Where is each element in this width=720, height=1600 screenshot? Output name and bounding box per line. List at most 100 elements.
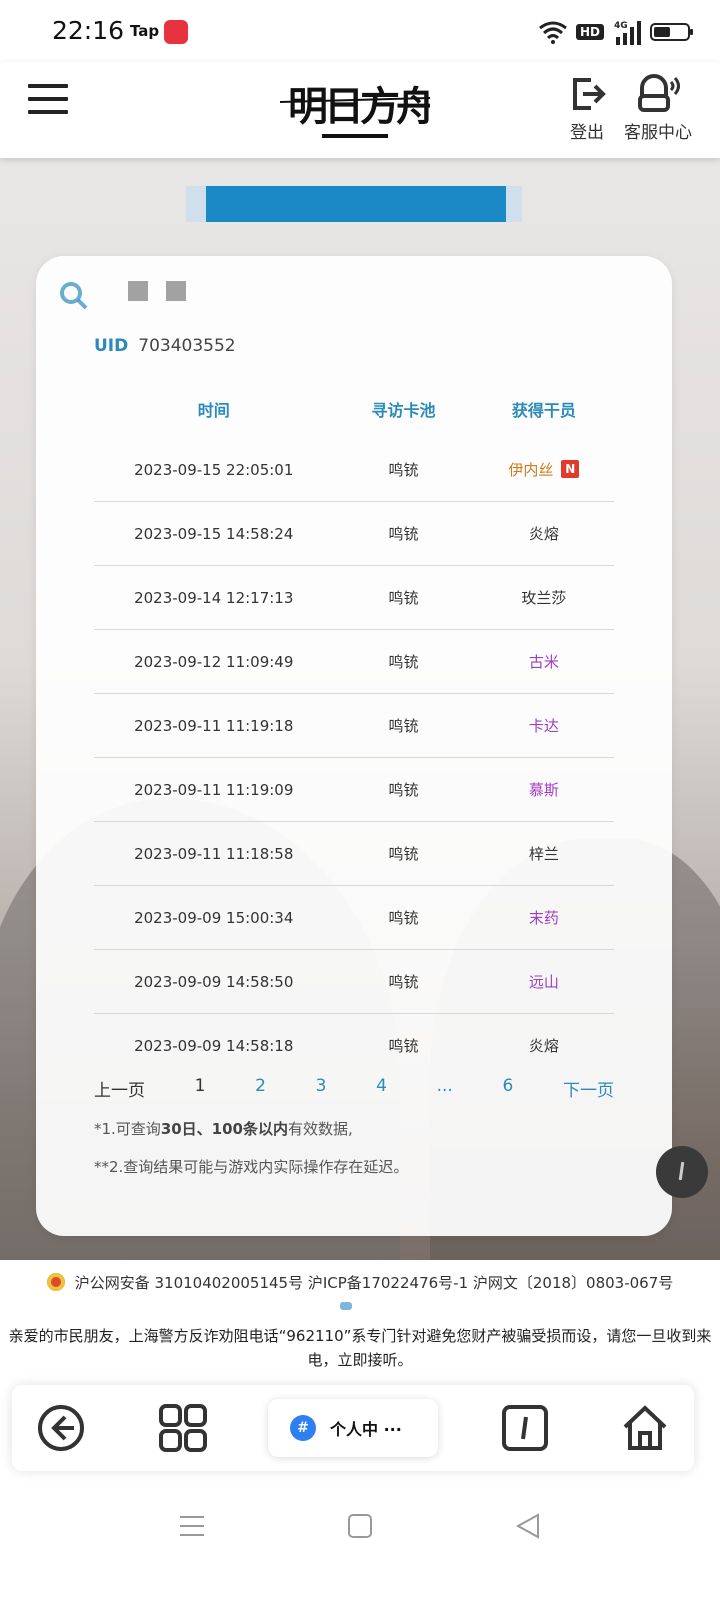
registration-text[interactable]: 沪公网安备 31010402005145号 沪ICP备17022476号-1 沪… bbox=[75, 1274, 674, 1292]
home-nav-icon[interactable] bbox=[346, 1512, 374, 1540]
uid-label: UID bbox=[94, 336, 129, 356]
gacha-record-card: UID 703403552 时间 寻访卡池 获得干员 2023-09-15 22:… bbox=[36, 256, 672, 1236]
record-pool: 鸣铳 bbox=[333, 693, 474, 758]
column-header-operator: 获得干员 bbox=[511, 401, 576, 420]
record-operator-cell: 末药 bbox=[473, 885, 614, 950]
prev-page-button[interactable]: 上一页 bbox=[94, 1076, 145, 1101]
record-time: 2023-09-14 12:17:13 bbox=[94, 565, 334, 630]
table-row: 2023-09-15 22:05:01 鸣铳 伊内丝 N bbox=[94, 438, 614, 502]
next-page-button[interactable]: 下一页 bbox=[563, 1076, 614, 1101]
record-pool: 鸣铳 bbox=[333, 629, 474, 694]
record-pool: 鸣铳 bbox=[333, 757, 474, 822]
search-icon[interactable] bbox=[58, 280, 88, 310]
record-operator: 梓兰 bbox=[528, 845, 559, 863]
tab-title: 个人中 ··· bbox=[330, 1420, 402, 1439]
page-button-6[interactable]: 6 bbox=[502, 1076, 513, 1101]
logout-label: 登出 bbox=[570, 123, 604, 143]
record-time: 2023-09-11 11:19:18 bbox=[94, 693, 334, 758]
recent-apps-icon[interactable] bbox=[178, 1512, 206, 1540]
police-badge-icon bbox=[46, 1273, 65, 1291]
site-footer: 沪公网安备 31010402005145号 沪ICP备17022476号-1 沪… bbox=[0, 1260, 720, 1380]
apps-grid-icon[interactable] bbox=[158, 1403, 208, 1453]
headset-icon bbox=[638, 74, 680, 112]
column-header-pool: 寻访卡池 bbox=[371, 401, 436, 420]
system-navigation-bar bbox=[0, 1490, 720, 1600]
record-operator: 玫兰莎 bbox=[521, 589, 567, 607]
tab-count-icon[interactable] bbox=[500, 1403, 550, 1453]
record-operator: 末药 bbox=[528, 909, 559, 927]
record-operator: 古米 bbox=[528, 653, 559, 671]
blurred-icon bbox=[166, 281, 186, 301]
page-button-2[interactable]: 2 bbox=[255, 1076, 266, 1101]
uid-row: UID 703403552 bbox=[94, 336, 236, 356]
column-header-time: 时间 bbox=[197, 401, 230, 420]
record-pool: 鸣铳 bbox=[333, 949, 474, 1014]
note-1: *1.可查询30日、100条以内有效数据, bbox=[94, 1120, 353, 1138]
record-operator: 慕斯 bbox=[528, 781, 559, 799]
table-row: 2023-09-14 12:17:13 鸣铳 玫兰莎 bbox=[94, 565, 614, 630]
record-pool: 鸣铳 bbox=[333, 501, 474, 566]
tab-favicon: # bbox=[290, 1415, 316, 1441]
blurred-icon bbox=[128, 281, 148, 301]
record-operator: 伊内丝 bbox=[508, 461, 554, 479]
page-button-1[interactable]: 1 bbox=[195, 1076, 206, 1101]
hd-icon: HD bbox=[575, 24, 604, 40]
tap-app-icon: Tap bbox=[130, 22, 160, 40]
record-operator-cell: 远山 bbox=[473, 949, 614, 1014]
notification-app-icon bbox=[164, 20, 188, 44]
back-icon[interactable] bbox=[36, 1403, 86, 1453]
record-operator-cell: 炎熔 bbox=[474, 1014, 614, 1078]
uid-value: 703403552 bbox=[138, 336, 236, 356]
status-time: 22:16 bbox=[52, 16, 125, 45]
record-time: 2023-09-09 15:00:34 bbox=[94, 885, 334, 950]
floating-assist-button[interactable] bbox=[656, 1146, 708, 1198]
current-tab-pill[interactable]: # 个人中 ··· bbox=[268, 1399, 438, 1457]
table-row: 2023-09-11 11:19:09 鸣铳 慕斯 bbox=[94, 757, 614, 822]
page-button-3[interactable]: 3 bbox=[316, 1076, 327, 1101]
anti-fraud-notice: 亲爱的市民朋友，上海警方反诈劝阻电话“962110”系专门针对避免您财产被骗受损… bbox=[8, 1327, 712, 1369]
table-row: 2023-09-09 14:58:50 鸣铳 远山 bbox=[94, 949, 614, 1014]
logout-icon bbox=[573, 78, 606, 110]
record-operator-cell: 古米 bbox=[473, 629, 614, 694]
record-operator-cell: 玫兰莎 bbox=[473, 565, 614, 630]
network-type-label: 4G bbox=[614, 21, 628, 31]
record-operator-cell: 炎熔 bbox=[473, 501, 614, 566]
record-time: 2023-09-12 11:09:49 bbox=[94, 629, 334, 694]
record-pool: 鸣铳 bbox=[333, 565, 474, 630]
signal-icon: 4G bbox=[614, 21, 641, 45]
back-nav-icon[interactable] bbox=[514, 1512, 542, 1540]
record-pool: 鸣铳 bbox=[388, 1037, 419, 1055]
record-pool: 鸣铳 bbox=[333, 821, 474, 886]
wifi-icon bbox=[539, 21, 567, 44]
logout-button[interactable]: 登出 bbox=[562, 74, 612, 143]
record-operator: 远山 bbox=[528, 973, 559, 991]
table-row: 2023-09-12 11:09:49 鸣铳 古米 bbox=[94, 629, 614, 694]
customer-service-label: 客服中心 bbox=[624, 123, 692, 143]
small-logo-icon bbox=[340, 1302, 352, 1310]
browser-toolbar: # 个人中 ··· bbox=[12, 1385, 694, 1471]
record-operator: 炎熔 bbox=[528, 525, 559, 543]
new-badge: N bbox=[561, 460, 580, 478]
table-row: 2023-09-15 14:58:24 鸣铳 炎熔 bbox=[94, 501, 614, 566]
pagination: 上一页 1 2 3 4 ... 6 下一页 bbox=[94, 1076, 614, 1101]
home-icon[interactable] bbox=[620, 1403, 670, 1453]
registration-info: 沪公网安备 31010402005145号 沪ICP备17022476号-1 沪… bbox=[0, 1272, 720, 1293]
arknights-logo[interactable]: 明日方舟 bbox=[280, 72, 430, 142]
table-row: 2023-09-11 11:18:58 鸣铳 梓兰 bbox=[94, 821, 614, 886]
record-pool: 鸣铳 bbox=[333, 885, 474, 950]
table-row: 2023-09-09 14:58:18 鸣铳 炎熔 bbox=[94, 1014, 614, 1078]
menu-button[interactable] bbox=[28, 84, 68, 116]
logo-text: 明日方舟 bbox=[288, 83, 430, 130]
table-row: 2023-09-11 11:19:18 鸣铳 卡达 bbox=[94, 693, 614, 758]
page-button-4[interactable]: 4 bbox=[376, 1076, 387, 1101]
records-table: 时间 寻访卡池 获得干员 2023-09-15 22:05:01 鸣铳 伊内丝 N 20… bbox=[94, 380, 614, 1077]
customer-service-button[interactable]: 客服中心 bbox=[618, 74, 698, 143]
record-time: 2023-09-09 14:58:50 bbox=[94, 949, 334, 1014]
status-icons: HD 4G bbox=[538, 18, 693, 46]
record-pool: 鸣铳 bbox=[333, 438, 474, 502]
record-time: 2023-09-09 14:58:18 bbox=[134, 1036, 294, 1055]
blurred-banner-core bbox=[206, 186, 506, 222]
page-ellipsis: ... bbox=[436, 1076, 453, 1096]
note-1-highlight: 30日、100条以内 bbox=[160, 1120, 288, 1138]
battery-icon bbox=[650, 23, 693, 41]
